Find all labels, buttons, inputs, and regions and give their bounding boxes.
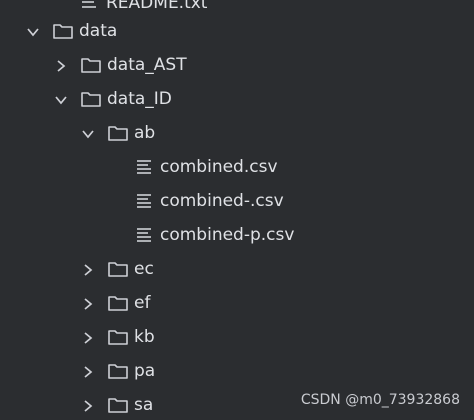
text-file-icon [134,225,156,245]
folder-icon [107,361,129,381]
tree-row-ec[interactable]: ec [0,252,474,286]
tree-row-data[interactable]: data [0,14,474,48]
folder-icon [52,21,74,41]
folder-icon [107,395,129,415]
tree-label: ec [134,259,154,279]
tree-label: combined-p.csv [160,225,295,245]
project-tree: README.txt data data_AST data_ID ab comb… [0,0,474,420]
tree-row-kb[interactable]: kb [0,320,474,354]
tree-label: sa [134,395,154,415]
chevron-right-icon[interactable] [81,262,95,276]
tree-row-data-ast[interactable]: data_AST [0,48,474,82]
tree-label: ef [134,293,151,313]
tree-row-ef[interactable]: ef [0,286,474,320]
tree-label: ab [134,123,156,143]
watermark: CSDN @m0_73932868 [300,392,460,408]
text-file-icon [134,157,156,177]
tree-label: README.txt [106,0,208,13]
tree-label: kb [134,327,155,347]
text-file-icon [134,191,156,211]
tree-label: pa [134,361,156,381]
chevron-right-icon[interactable] [81,296,95,310]
tree-row-combined-p-csv[interactable]: combined-p.csv [0,218,474,252]
text-file-icon [78,0,100,13]
chevron-down-icon[interactable] [26,24,40,38]
tree-row-ab[interactable]: ab [0,116,474,150]
chevron-right-icon[interactable] [54,58,68,72]
folder-icon [107,327,129,347]
tree-label: data_AST [107,55,187,75]
tree-row-pa[interactable]: pa [0,354,474,388]
tree-label: combined-.csv [160,191,284,211]
tree-label: combined.csv [160,157,278,177]
tree-row-combined-dash-csv[interactable]: combined-.csv [0,184,474,218]
tree-label: data [79,21,118,41]
folder-icon [80,55,102,75]
folder-icon [107,123,129,143]
tree-row-data-id[interactable]: data_ID [0,82,474,116]
tree-label: data_ID [107,89,172,109]
chevron-down-icon[interactable] [54,92,68,106]
chevron-right-icon[interactable] [81,398,95,412]
chevron-right-icon[interactable] [81,330,95,344]
folder-icon [80,89,102,109]
tree-row-combined-csv[interactable]: combined.csv [0,150,474,184]
folder-icon [107,259,129,279]
folder-icon [107,293,129,313]
chevron-down-icon[interactable] [81,126,95,140]
chevron-right-icon[interactable] [81,364,95,378]
